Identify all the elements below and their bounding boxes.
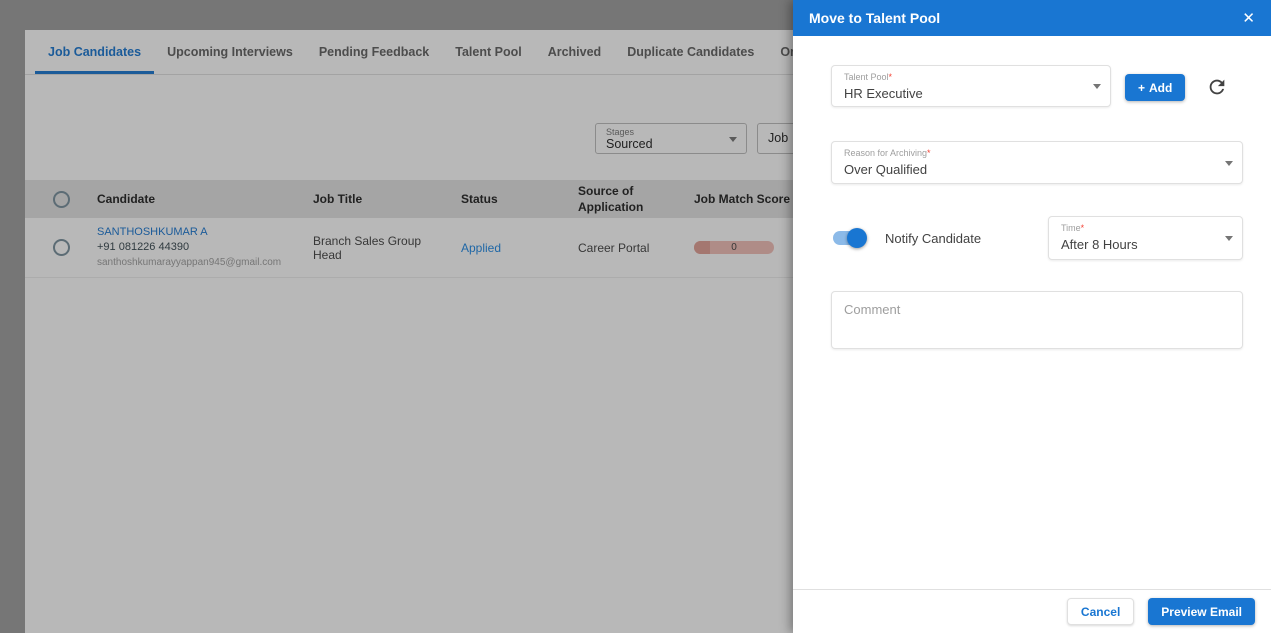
move-to-talent-pool-modal: Move to Talent Pool ✕ Talent Pool* HR Ex… bbox=[793, 0, 1271, 633]
dropdown-caret-icon bbox=[1225, 236, 1233, 241]
notify-candidate-toggle[interactable] bbox=[831, 228, 867, 248]
required-asterisk: * bbox=[889, 72, 893, 82]
talent-pool-value: HR Executive bbox=[844, 85, 1084, 102]
modal-header: Move to Talent Pool ✕ bbox=[793, 0, 1271, 36]
notify-candidate-row: Notify Candidate bbox=[831, 226, 981, 250]
time-select[interactable]: Time* After 8 Hours bbox=[1048, 216, 1243, 260]
reason-value: Over Qualified bbox=[844, 161, 1216, 178]
dropdown-caret-icon bbox=[1093, 84, 1101, 89]
add-talent-pool-button[interactable]: + Add bbox=[1125, 74, 1185, 101]
cancel-button[interactable]: Cancel bbox=[1067, 598, 1134, 625]
talent-pool-select[interactable]: Talent Pool* HR Executive bbox=[831, 65, 1111, 107]
time-label: Time* bbox=[1061, 223, 1216, 234]
modal-footer: Cancel Preview Email bbox=[793, 589, 1271, 633]
talent-pool-label: Talent Pool* bbox=[844, 72, 1084, 83]
modal-title: Move to Talent Pool bbox=[809, 10, 940, 26]
required-asterisk: * bbox=[927, 148, 931, 158]
comment-input[interactable] bbox=[831, 291, 1243, 349]
notify-candidate-label: Notify Candidate bbox=[885, 231, 981, 246]
time-value: After 8 Hours bbox=[1061, 236, 1216, 253]
toggle-thumb bbox=[847, 228, 867, 248]
refresh-icon[interactable] bbox=[1205, 76, 1229, 100]
screen: Job Candidates Upcoming Interviews Pendi… bbox=[0, 0, 1271, 633]
reason-for-archiving-select[interactable]: Reason for Archiving* Over Qualified bbox=[831, 141, 1243, 184]
plus-icon: + bbox=[1138, 81, 1145, 95]
reason-label: Reason for Archiving* bbox=[844, 148, 1216, 159]
modal-body: Talent Pool* HR Executive + Add Reason f… bbox=[793, 36, 1271, 589]
preview-email-button[interactable]: Preview Email bbox=[1148, 598, 1255, 625]
required-asterisk: * bbox=[1081, 223, 1085, 233]
add-button-label: Add bbox=[1149, 81, 1172, 95]
close-icon[interactable]: ✕ bbox=[1242, 11, 1255, 26]
dropdown-caret-icon bbox=[1225, 161, 1233, 166]
